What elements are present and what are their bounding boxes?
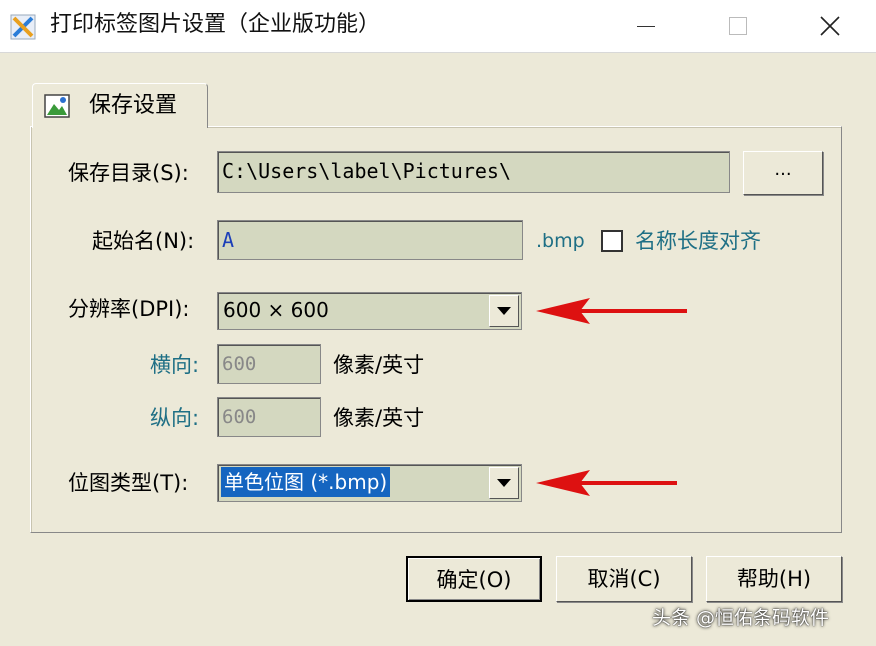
browse-button[interactable]: ... [743,151,823,195]
close-button[interactable] [784,0,876,52]
name-align-checkbox[interactable] [601,230,623,252]
tab-save-settings[interactable]: 保存设置 [32,83,208,128]
maximize-button[interactable] [692,0,784,52]
help-button[interactable]: 帮助(H) [706,556,842,602]
picture-settings-icon [44,94,70,118]
vertical-dpi-input[interactable]: 600 [217,397,321,437]
resolution-dropdown[interactable]: 600 × 600 [217,292,522,330]
cancel-button[interactable]: 取消(C) [556,556,692,602]
horizontal-unit: 像素/英寸 [333,353,425,377]
watermark: 头条 @恒佑条码软件 [652,607,830,629]
minimize-icon [637,25,655,27]
vertical-label: 纵向: [150,406,200,430]
start-name-input[interactable]: A [217,220,523,260]
app-icon [10,14,36,40]
start-name-label: 起始名(N): [92,229,195,253]
vertical-unit: 像素/英寸 [333,406,425,430]
save-dir-input[interactable]: C:\Users\label\Pictures\ [217,151,730,193]
dialog-body: 保存设置 保存目录(S): C:\Users\label\Pictures\ .… [0,53,876,646]
resolution-label: 分辨率(DPI): [68,297,190,321]
minimize-button[interactable] [600,0,692,52]
ok-button[interactable]: 确定(O) [406,556,542,602]
resolution-dropdown-button[interactable] [489,295,519,327]
annotation-arrow-icon [536,298,687,324]
extension-label: .bmp [536,230,585,252]
bitmap-type-dropdown[interactable]: 单色位图 (*.bmp) [217,464,522,502]
save-dir-label: 保存目录(S): [68,161,189,185]
tab-label: 保存设置 [89,93,178,118]
horizontal-label: 横向: [150,353,200,377]
name-align-label: 名称长度对齐 [635,229,761,253]
title-bar: 打印标签图片设置（企业版功能） [0,0,876,53]
bitmap-type-dropdown-button[interactable] [489,467,519,499]
chevron-down-icon [497,479,511,487]
maximize-icon [729,17,747,35]
resolution-selected: 600 × 600 [223,298,329,322]
close-icon [820,16,840,36]
annotation-arrow-icon [536,470,677,496]
bitmap-type-selected: 单色位图 (*.bmp) [221,467,391,497]
horizontal-dpi-input[interactable]: 600 [217,344,321,384]
window-title: 打印标签图片设置（企业版功能） [50,12,381,37]
bitmap-type-label: 位图类型(T): [68,471,189,495]
chevron-down-icon [497,307,511,315]
